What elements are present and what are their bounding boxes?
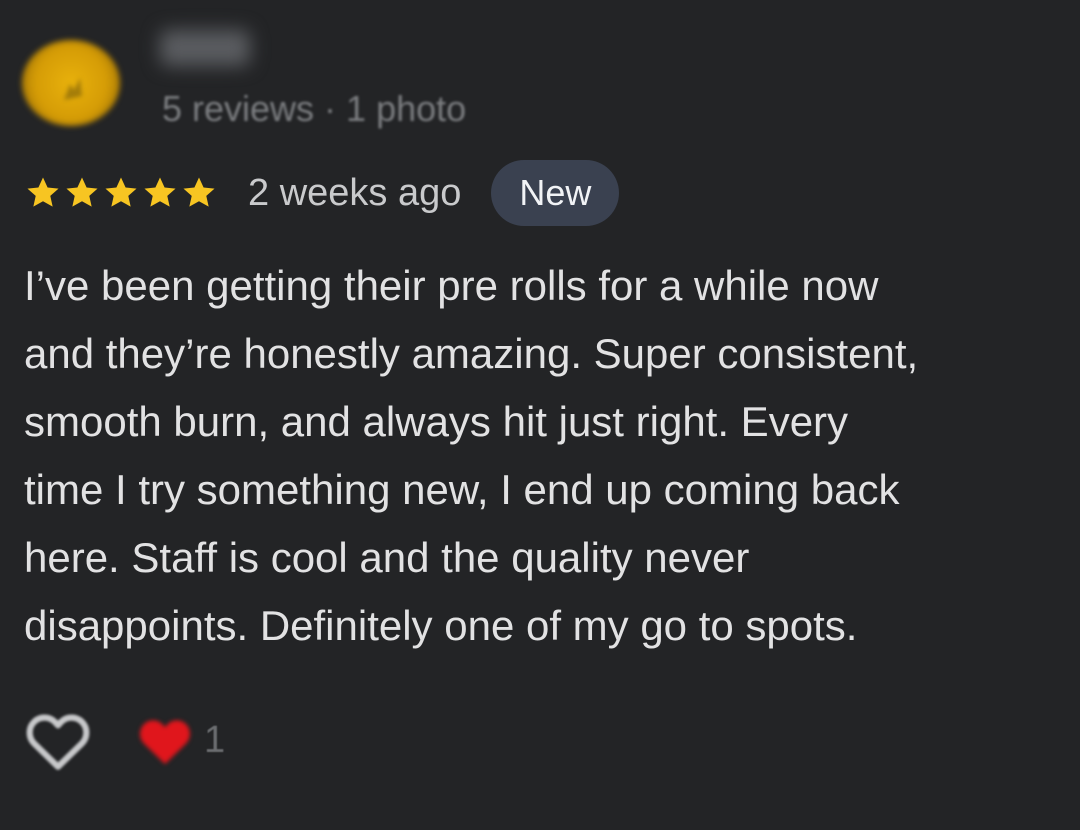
review-actions: 1 <box>20 700 225 780</box>
reaction-summary[interactable]: 1 <box>136 713 225 767</box>
rating-row: 2 weeks ago New <box>24 160 620 226</box>
review-time: 2 weeks ago <box>248 171 462 214</box>
reaction-count: 1 <box>204 718 226 761</box>
avatar-image-icon <box>64 78 82 100</box>
star-icon <box>183 177 215 207</box>
reviewer-name[interactable] <box>160 30 250 66</box>
review-card: 5 reviews · 1 photo 2 weeks ago New I’ve… <box>0 0 1080 830</box>
like-button[interactable] <box>20 702 96 778</box>
new-badge: New <box>491 160 620 226</box>
review-text: I’ve been getting their pre rolls for a … <box>24 262 919 649</box>
reviewer-meta: 5 reviews · 1 photo <box>162 88 467 129</box>
star-icon <box>105 177 137 207</box>
red-heart-icon <box>140 720 190 765</box>
star-icon <box>27 177 59 207</box>
star-icon <box>144 177 176 207</box>
heart-outline-icon <box>26 714 90 770</box>
star-rating <box>24 174 218 212</box>
star-icon <box>66 177 98 207</box>
